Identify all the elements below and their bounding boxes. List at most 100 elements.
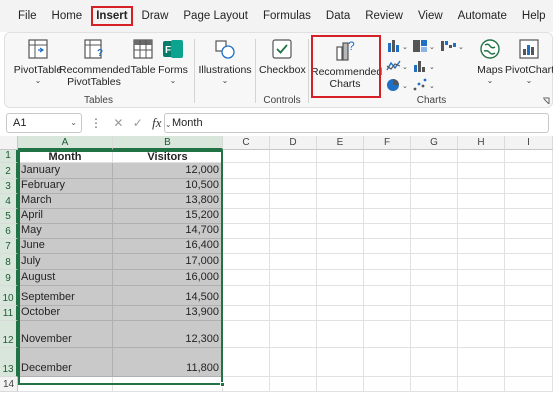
cell-b9[interactable]: 16,000 xyxy=(113,270,223,286)
cell-h14[interactable] xyxy=(458,377,505,392)
column-chart-icon[interactable]: ⌄ xyxy=(385,37,411,55)
cell-c7[interactable] xyxy=(223,239,270,254)
column-header-a[interactable]: A xyxy=(18,136,113,150)
cell-d2[interactable] xyxy=(270,163,317,179)
row-header-4[interactable]: 4 xyxy=(0,194,18,209)
cell-a5[interactable]: April xyxy=(18,209,113,224)
cell-d13[interactable] xyxy=(270,348,317,377)
cell-i7[interactable] xyxy=(505,239,553,254)
cell-i5[interactable] xyxy=(505,209,553,224)
dialog-launcher-icon[interactable] xyxy=(542,97,550,105)
cell-a4[interactable]: March xyxy=(18,194,113,209)
cell-h7[interactable] xyxy=(458,239,505,254)
name-box[interactable]: A1 ⌄ xyxy=(6,113,82,133)
name-box-dropdown-icon[interactable]: ⌄ xyxy=(70,114,77,132)
cell-a12[interactable]: November xyxy=(18,321,113,348)
row-header-2[interactable]: 2 xyxy=(0,163,18,179)
column-header-g[interactable]: G xyxy=(411,136,458,150)
cell-i3[interactable] xyxy=(505,179,553,194)
cell-e14[interactable] xyxy=(317,377,364,392)
cell-d11[interactable] xyxy=(270,306,317,321)
cell-f9[interactable] xyxy=(364,270,411,286)
pie-chart-icon[interactable]: ⌄ xyxy=(385,76,411,94)
cell-i11[interactable] xyxy=(505,306,553,321)
cancel-icon[interactable]: ✕ xyxy=(113,116,123,130)
cell-g2[interactable] xyxy=(411,163,458,179)
cell-b7[interactable]: 16,400 xyxy=(113,239,223,254)
scatter-chart-icon[interactable]: ⌄ xyxy=(411,76,437,94)
cell-c13[interactable] xyxy=(223,348,270,377)
cell-e7[interactable] xyxy=(317,239,364,254)
cell-c3[interactable] xyxy=(223,179,270,194)
cell-g12[interactable] xyxy=(411,321,458,348)
cell-c10[interactable] xyxy=(223,286,270,306)
cell-b4[interactable]: 13,800 xyxy=(113,194,223,209)
cell-b10[interactable]: 14,500 xyxy=(113,286,223,306)
cell-f2[interactable] xyxy=(364,163,411,179)
insert-function-icon[interactable]: fx xyxy=(152,115,161,130)
cell-e8[interactable] xyxy=(317,254,364,270)
cell-d9[interactable] xyxy=(270,270,317,286)
cell-f3[interactable] xyxy=(364,179,411,194)
cell-g3[interactable] xyxy=(411,179,458,194)
cell-c5[interactable] xyxy=(223,209,270,224)
cell-a7[interactable]: June xyxy=(18,239,113,254)
cell-g10[interactable] xyxy=(411,286,458,306)
line-chart-icon[interactable]: ⌄ xyxy=(385,57,411,75)
cell-c6[interactable] xyxy=(223,224,270,239)
cell-h11[interactable] xyxy=(458,306,505,321)
cell-i6[interactable] xyxy=(505,224,553,239)
cell-c1[interactable] xyxy=(223,150,270,163)
cell-b5[interactable]: 15,200 xyxy=(113,209,223,224)
cell-h8[interactable] xyxy=(458,254,505,270)
row-header-8[interactable]: 8 xyxy=(0,254,18,270)
menu-help[interactable]: Help xyxy=(516,6,552,26)
row-header-3[interactable]: 3 xyxy=(0,179,18,194)
row-header-5[interactable]: 5 xyxy=(0,209,18,224)
cell-c4[interactable] xyxy=(223,194,270,209)
cell-i8[interactable] xyxy=(505,254,553,270)
cell-h10[interactable] xyxy=(458,286,505,306)
cell-i13[interactable] xyxy=(505,348,553,377)
row-header-12[interactable]: 12 xyxy=(0,321,18,348)
cell-g14[interactable] xyxy=(411,377,458,392)
cell-h9[interactable] xyxy=(458,270,505,286)
cell-i10[interactable] xyxy=(505,286,553,306)
hierarchy-chart-icon[interactable]: ⌄ xyxy=(411,37,437,55)
cell-b2[interactable]: 12,000 xyxy=(113,163,223,179)
waterfall-chart-icon[interactable]: ⌄ xyxy=(439,37,465,55)
cell-c14[interactable] xyxy=(223,377,270,392)
select-all-corner[interactable] xyxy=(0,136,18,150)
cell-b3[interactable]: 10,500 xyxy=(113,179,223,194)
cell-c2[interactable] xyxy=(223,163,270,179)
cell-h2[interactable] xyxy=(458,163,505,179)
menu-file[interactable]: File xyxy=(12,6,43,26)
cell-e10[interactable] xyxy=(317,286,364,306)
cell-a11[interactable]: October xyxy=(18,306,113,321)
cell-h3[interactable] xyxy=(458,179,505,194)
row-header-1[interactable]: 1 xyxy=(0,150,18,163)
cell-h4[interactable] xyxy=(458,194,505,209)
column-header-d[interactable]: D xyxy=(270,136,317,150)
cell-e9[interactable] xyxy=(317,270,364,286)
cell-g8[interactable] xyxy=(411,254,458,270)
pivottable-button[interactable]: PivotTable ⌄ xyxy=(13,37,63,85)
cell-h12[interactable] xyxy=(458,321,505,348)
row-header-14[interactable]: 14 xyxy=(0,377,18,392)
cell-b6[interactable]: 14,700 xyxy=(113,224,223,239)
cell-i1[interactable] xyxy=(505,150,553,163)
cell-e2[interactable] xyxy=(317,163,364,179)
cell-a8[interactable]: July xyxy=(18,254,113,270)
cell-h5[interactable] xyxy=(458,209,505,224)
menu-draw[interactable]: Draw xyxy=(136,6,175,26)
cell-a2[interactable]: January xyxy=(18,163,113,179)
column-header-c[interactable]: C xyxy=(223,136,270,150)
menu-home[interactable]: Home xyxy=(46,6,89,26)
cell-f1[interactable] xyxy=(364,150,411,163)
cell-f11[interactable] xyxy=(364,306,411,321)
cell-h6[interactable] xyxy=(458,224,505,239)
cell-i4[interactable] xyxy=(505,194,553,209)
cell-g11[interactable] xyxy=(411,306,458,321)
cell-c9[interactable] xyxy=(223,270,270,286)
cell-e6[interactable] xyxy=(317,224,364,239)
